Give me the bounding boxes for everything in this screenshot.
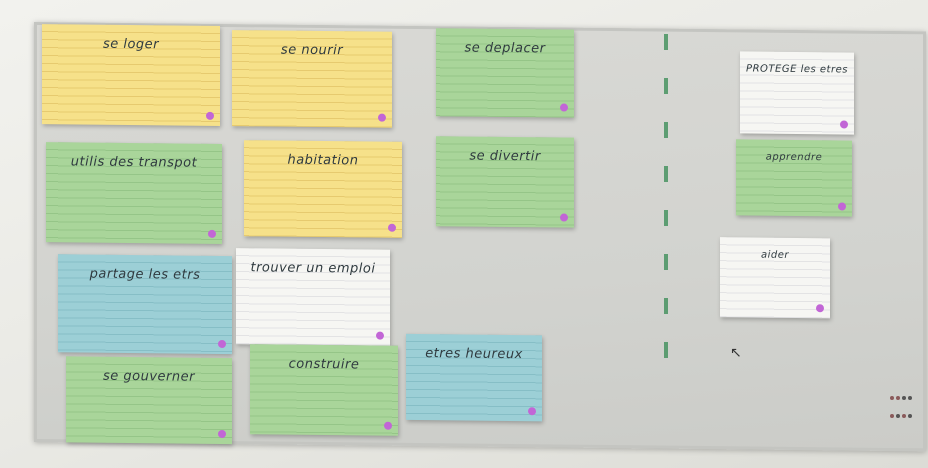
card-trouver-un-emploi[interactable]: trouver un emploi [236,248,390,346]
card-label: trouver un emploi [250,260,376,277]
card-label: utilis des transpot [70,154,198,171]
card-dot-icon[interactable] [838,202,846,211]
card-dot-icon[interactable] [560,213,568,222]
tool-dot-icon[interactable] [908,413,912,418]
screen: e se loger se nourir se deplacer utilis … [0,0,928,468]
tool-dot-icon[interactable] [908,396,912,400]
card-label: apprendre [765,151,823,164]
card-label: partage les etrs [89,266,201,283]
card-habitation[interactable]: habitation [244,140,402,238]
card-label: etres heureux [425,346,523,363]
card-label: PROTEGE les etres [746,63,848,76]
card-dot-icon[interactable] [376,331,384,340]
card-se-loger[interactable]: se loger [42,24,220,126]
card-label: habitation [287,152,359,169]
card-dot-icon[interactable] [816,304,824,313]
card-aider[interactable]: aider [720,237,830,319]
card-label: se gouverner [103,368,195,385]
tool-dot-icon[interactable] [890,413,894,418]
card-label: se deplacer [464,40,546,57]
card-label: se nourir [280,42,344,59]
tool-dot-icon[interactable] [902,413,906,418]
card-label: se divertir [469,148,541,165]
card-label: construire [288,356,360,373]
card-dot-icon[interactable] [388,223,396,232]
dashed-divider [664,34,668,384]
card-dot-icon[interactable] [206,111,214,120]
card-dot-icon[interactable] [384,421,392,430]
card-label: aider [760,249,790,261]
card-se-gouverner[interactable]: se gouverner [66,356,232,445]
tool-dot-icon[interactable] [896,413,900,418]
card-apprendre[interactable]: apprendre [736,139,852,217]
card-dot-icon[interactable] [528,407,536,416]
card-etres-heureux[interactable]: etres heureux [406,333,542,422]
card-dot-icon[interactable] [378,113,386,122]
tool-palette-icon[interactable] [890,396,914,428]
card-partage-les-etrs[interactable]: partage les etrs [58,254,232,355]
card-se-nourir[interactable]: se nourir [232,30,392,128]
card-dot-icon[interactable] [840,120,848,129]
card-dot-icon[interactable] [218,429,226,439]
card-dot-icon[interactable] [208,229,216,238]
mouse-pointer-icon: ↖ [730,345,742,361]
tool-dot-icon[interactable] [896,396,900,400]
card-dot-icon[interactable] [560,103,568,112]
tool-dot-icon[interactable] [902,396,906,400]
card-construire[interactable]: construire [250,344,398,436]
card-label: se loger [102,36,160,53]
card-se-divertir[interactable]: se divertir [436,136,574,228]
card-protege-les-etres[interactable]: PROTEGE les etres [740,51,854,135]
card-se-deplacer[interactable]: se deplacer [436,28,574,118]
card-dot-icon[interactable] [218,339,226,349]
card-utilis-des-transpot[interactable]: utilis des transpot [46,142,222,244]
card-board: e se loger se nourir se deplacer utilis … [34,22,926,452]
tool-dot-icon[interactable] [890,396,894,400]
